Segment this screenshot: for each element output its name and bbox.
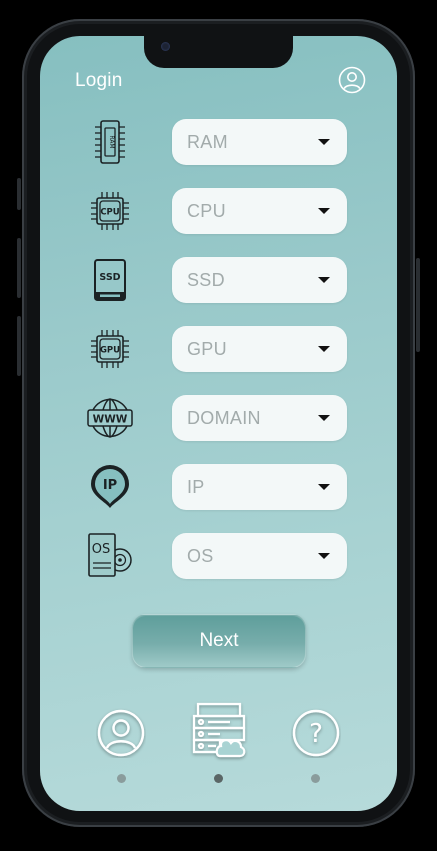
www-globe-icon: WWW <box>86 395 134 441</box>
login-link[interactable]: Login <box>75 70 123 92</box>
page-indicator-dot <box>117 774 126 783</box>
cpu-row: CPU CPU <box>40 188 397 234</box>
next-button[interactable]: Next <box>132 614 306 668</box>
app-screen: Login RAM RAM CPU CPU SSD SSD GPU GPU WW… <box>40 36 397 811</box>
ip-row: IP IP <box>40 464 397 510</box>
os-select[interactable]: OS <box>172 533 347 579</box>
domain-select-placeholder: DOMAIN <box>187 408 261 428</box>
ssd-drive-icon: SSD <box>86 257 134 303</box>
page-indicator-dot <box>311 774 320 783</box>
chevron-down-icon <box>318 415 330 421</box>
ram-row: RAM RAM <box>40 119 397 165</box>
volume-down-button <box>17 316 21 376</box>
chevron-down-icon <box>318 484 330 490</box>
ip-select[interactable]: IP <box>172 464 347 510</box>
ip-icon-label: IP <box>103 478 117 493</box>
nav-profile-button[interactable] <box>96 708 146 763</box>
domain-row: WWW DOMAIN <box>40 395 397 441</box>
cpu-chip-icon: CPU <box>86 188 134 234</box>
cpu-select[interactable]: CPU <box>172 188 347 234</box>
mute-switch <box>17 178 21 210</box>
ram-icon-label: RAM <box>108 135 115 148</box>
gpu-icon-label: GPU <box>100 346 120 356</box>
nav-server-button[interactable] <box>190 700 248 767</box>
server-cloud-icon <box>192 702 246 758</box>
page-indicator-dot-active <box>214 774 223 783</box>
help-icon-glyph: ? <box>309 719 323 749</box>
gpu-select-placeholder: GPU <box>187 339 227 359</box>
chevron-down-icon <box>318 208 330 214</box>
chevron-down-icon <box>318 139 330 145</box>
ssd-select-placeholder: SSD <box>187 270 225 290</box>
chevron-down-icon <box>318 553 330 559</box>
power-button <box>416 258 420 352</box>
os-icon-label: OS <box>92 542 110 557</box>
user-circle-icon[interactable] <box>338 66 366 94</box>
notch <box>144 36 293 68</box>
volume-up-button <box>17 238 21 298</box>
os-row: OS OS <box>40 533 397 579</box>
gpu-chip-icon: GPU <box>86 326 134 372</box>
ram-select-placeholder: RAM <box>187 132 228 152</box>
cpu-select-placeholder: CPU <box>187 201 226 221</box>
nav-help-button[interactable]: ? <box>291 708 341 763</box>
chevron-down-icon <box>318 277 330 283</box>
os-disc-icon: OS <box>86 533 134 579</box>
ssd-icon-label: SSD <box>99 272 120 283</box>
ram-select[interactable]: RAM <box>172 119 347 165</box>
ip-select-placeholder: IP <box>187 477 205 497</box>
gpu-row: GPU GPU <box>40 326 397 372</box>
cpu-icon-label: CPU <box>100 208 119 218</box>
chevron-down-icon <box>318 346 330 352</box>
ip-pin-icon: IP <box>86 464 134 510</box>
ram-chip-icon: RAM <box>86 119 134 165</box>
ssd-select[interactable]: SSD <box>172 257 347 303</box>
www-icon-label: WWW <box>93 414 128 426</box>
domain-select[interactable]: DOMAIN <box>172 395 347 441</box>
os-select-placeholder: OS <box>187 546 214 566</box>
ssd-row: SSD SSD <box>40 257 397 303</box>
user-icon <box>97 709 145 757</box>
gpu-select[interactable]: GPU <box>172 326 347 372</box>
camera <box>161 42 170 51</box>
help-icon: ? <box>292 709 340 757</box>
